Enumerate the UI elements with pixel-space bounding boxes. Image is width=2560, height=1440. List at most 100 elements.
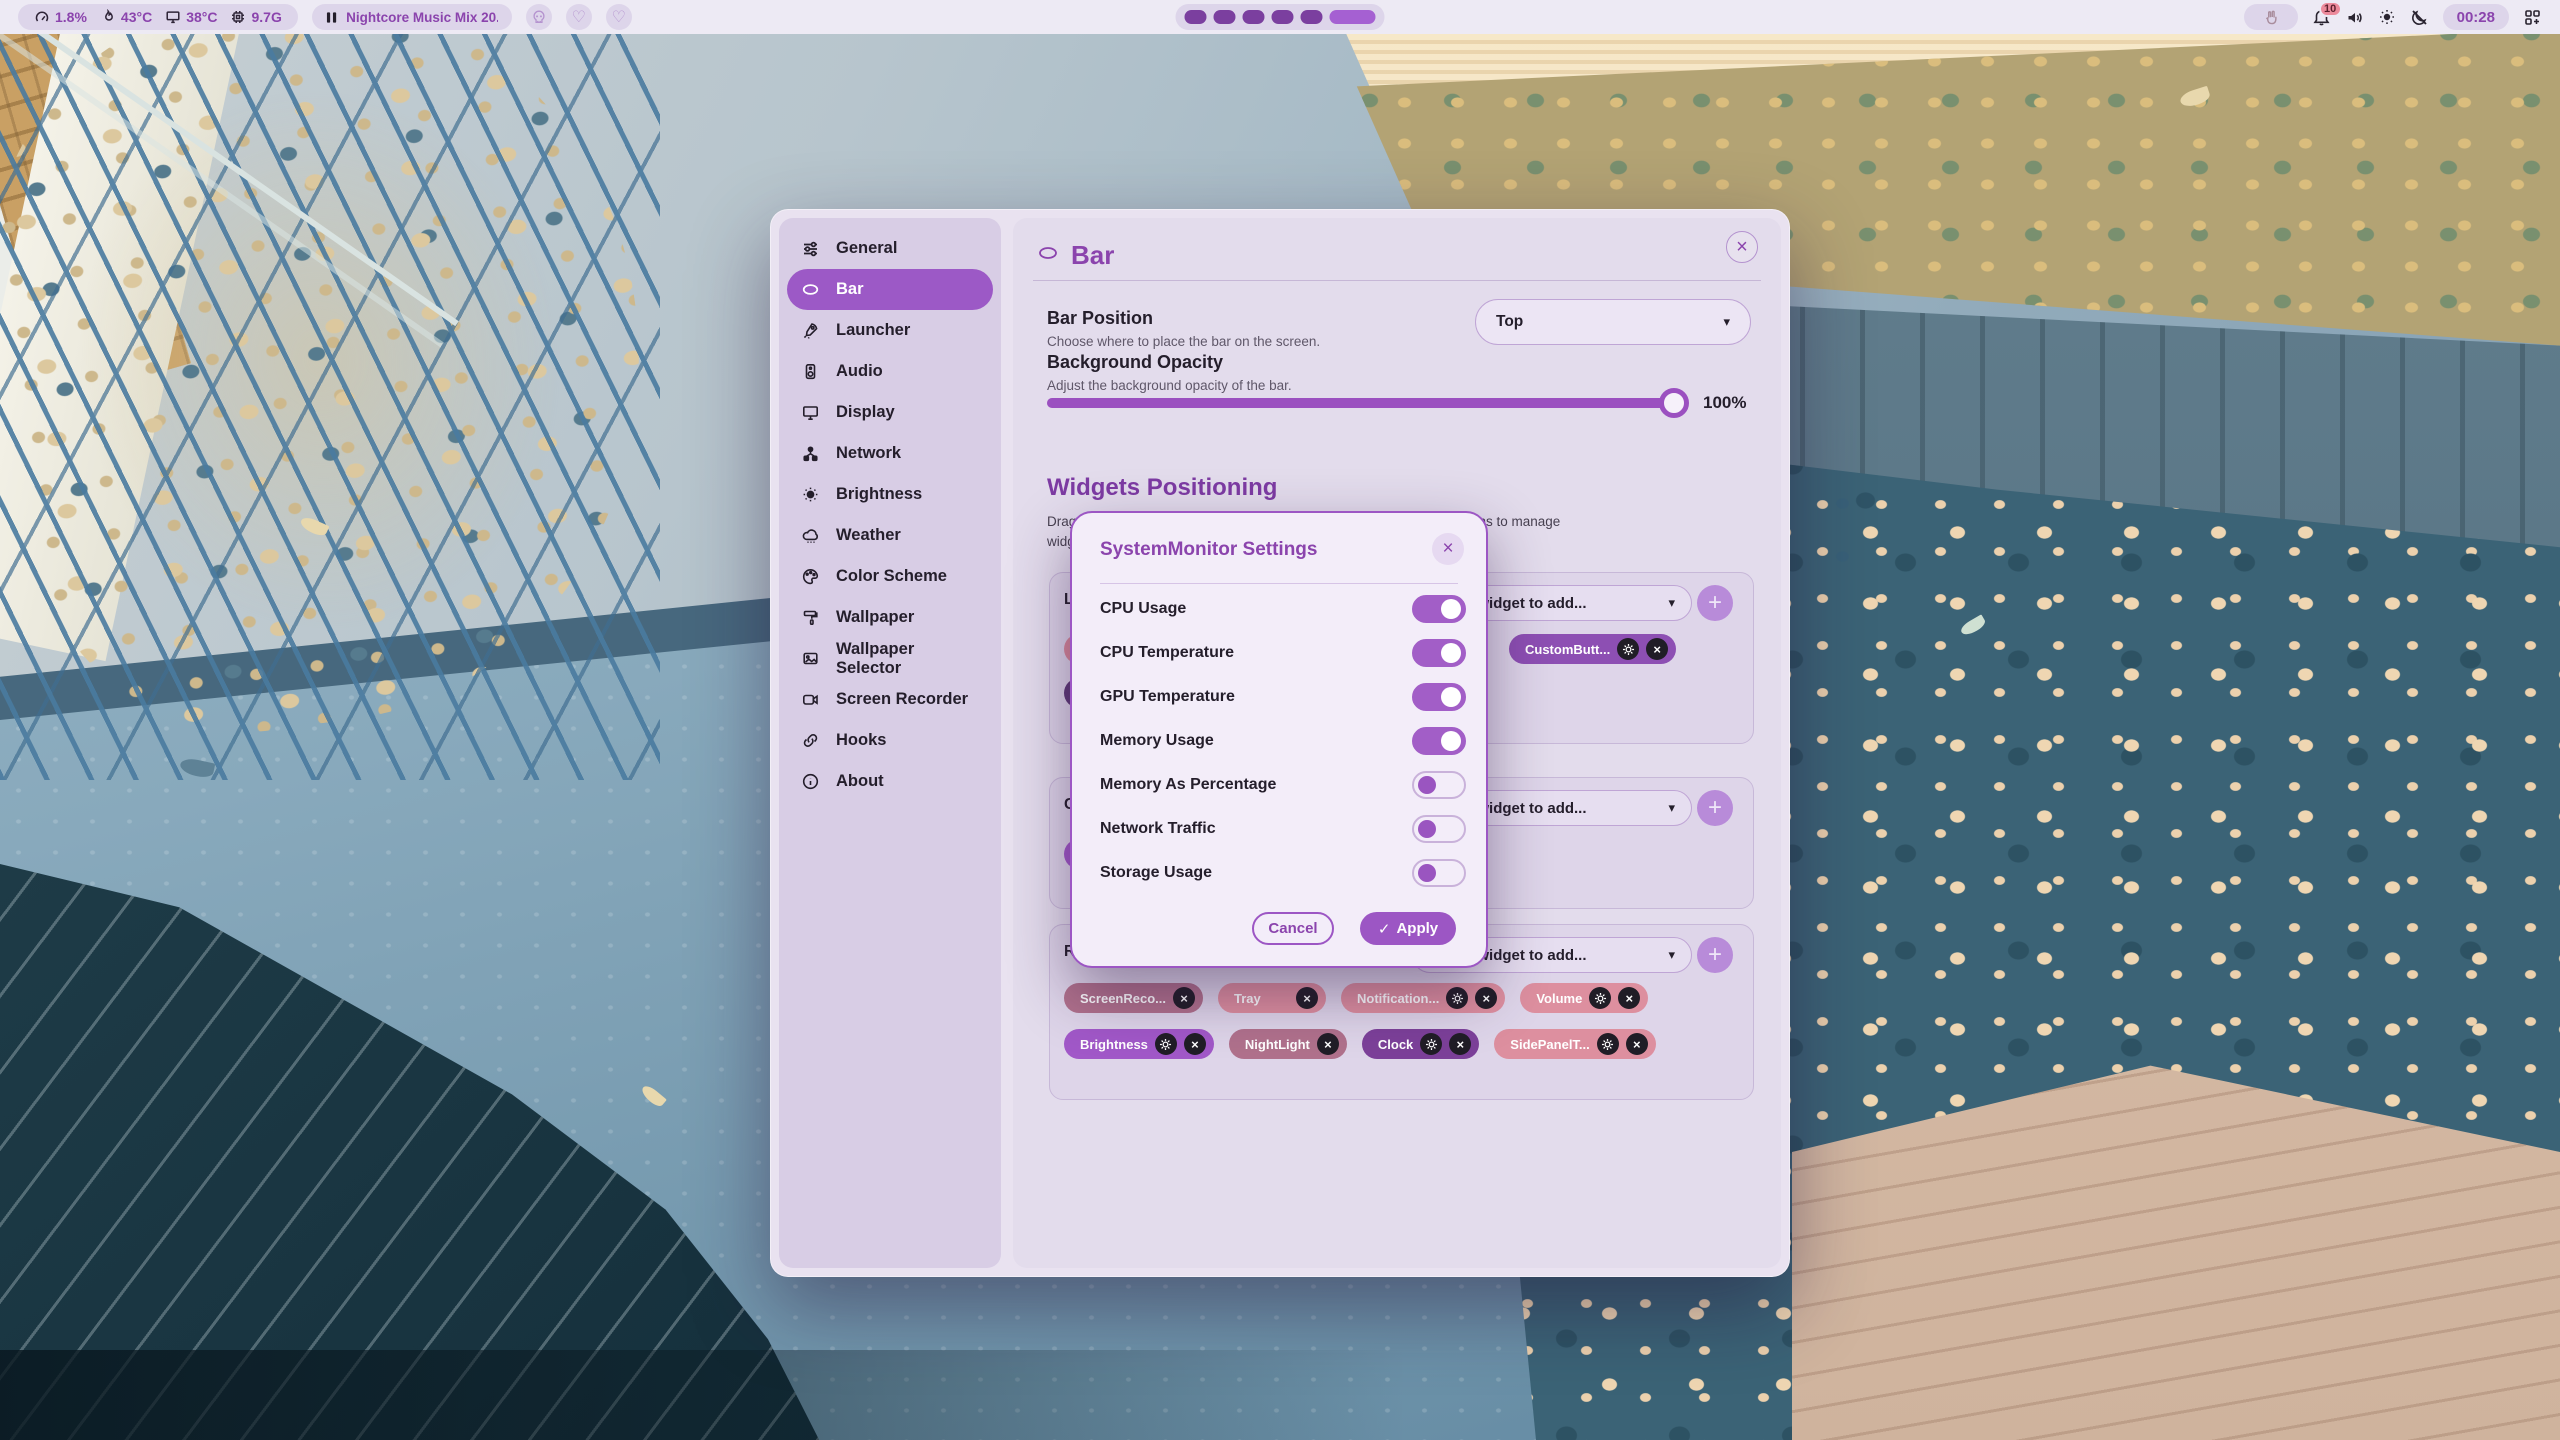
opacity-value: 100% <box>1703 393 1746 413</box>
sidebar-item-network[interactable]: Network <box>787 433 993 474</box>
widget-chip[interactable]: NightLight × <box>1229 1029 1347 1059</box>
chip-label: CustomButt... <box>1525 642 1610 657</box>
toggle-label-cpu-usage: CPU Usage <box>1100 600 1186 618</box>
sidebar-item-bar[interactable]: Bar <box>787 269 993 310</box>
chip-label: Tray <box>1234 991 1261 1006</box>
cpu-usage-toggle[interactable] <box>1412 595 1466 623</box>
sidebar-item-screen-recorder[interactable]: Screen Recorder <box>787 679 993 720</box>
close-dialog-button[interactable]: × <box>1432 533 1464 565</box>
workspace-dot-5[interactable] <box>1301 10 1323 24</box>
chevron-down-icon: ▾ <box>1668 947 1675 963</box>
remove-icon[interactable]: × <box>1646 638 1668 660</box>
sidebar-item-hooks[interactable]: Hooks <box>787 720 993 761</box>
widget-chip[interactable]: Clock × <box>1362 1029 1479 1059</box>
hand-gesture-button[interactable] <box>2244 4 2298 30</box>
sidebar-item-wallpaper[interactable]: Wallpaper <box>787 597 993 638</box>
toggle-label-memory-usage: Memory Usage <box>1100 732 1214 750</box>
widget-chip[interactable]: Volume × <box>1520 983 1648 1013</box>
brightness-button[interactable] <box>2378 8 2396 26</box>
workspace-dot-1[interactable] <box>1185 10 1207 24</box>
gear-icon[interactable] <box>1617 638 1639 660</box>
gear-icon[interactable] <box>1446 987 1468 1009</box>
workspaces-indicator[interactable] <box>1176 4 1385 30</box>
network-traffic-toggle[interactable] <box>1412 815 1466 843</box>
sidebar-item-label: Brightness <box>836 485 922 504</box>
left-add-widget-button[interactable]: + <box>1697 585 1733 621</box>
cancel-button[interactable]: Cancel <box>1252 912 1334 945</box>
sidebar-item-label: Audio <box>836 362 883 381</box>
remove-icon[interactable]: × <box>1173 987 1195 1009</box>
sidebar-item-label: Hooks <box>836 731 886 750</box>
toggle-label-cpu-temperature: CPU Temperature <box>1100 644 1234 662</box>
remove-icon[interactable]: × <box>1184 1033 1206 1055</box>
workspace-dot-4[interactable] <box>1272 10 1294 24</box>
memory-as-percentage-toggle[interactable] <box>1412 771 1466 799</box>
sidebar-item-color-scheme[interactable]: Color Scheme <box>787 556 993 597</box>
sidebar-item-label: Network <box>836 444 901 463</box>
night-light-off-button[interactable] <box>2410 8 2429 27</box>
remove-icon[interactable]: × <box>1449 1033 1471 1055</box>
chip-label: NightLight <box>1245 1037 1310 1052</box>
sidebar-item-weather[interactable]: Weather <box>787 515 993 556</box>
remove-icon[interactable]: × <box>1317 1033 1339 1055</box>
chip-label: SidePanelT... <box>1510 1037 1589 1052</box>
widget-chip[interactable]: CustomButt... × <box>1509 634 1676 664</box>
workspace-active[interactable] <box>1330 10 1376 24</box>
page-title: Bar <box>1071 240 1114 271</box>
heart-button-2[interactable]: ♡ <box>606 4 632 30</box>
settings-sidebar: General Bar Launcher Audio Display Netwo… <box>779 218 1001 1268</box>
gpu-temp-stat: 38°C <box>165 9 217 25</box>
clock[interactable]: 00:28 <box>2443 4 2509 30</box>
remove-icon[interactable]: × <box>1296 987 1318 1009</box>
gear-icon[interactable] <box>1589 987 1611 1009</box>
sidebar-item-general[interactable]: General <box>787 228 993 269</box>
remove-icon[interactable]: × <box>1475 987 1497 1009</box>
bar-position-label: Bar Position <box>1047 308 1153 329</box>
gear-icon[interactable] <box>1597 1033 1619 1055</box>
gpu-temperature-toggle[interactable] <box>1412 683 1466 711</box>
sidebar-item-label: Screen Recorder <box>836 690 968 709</box>
volume-button[interactable] <box>2345 8 2364 27</box>
media-title: Nightcore Music Mix 20... <box>346 10 498 25</box>
notifications-button[interactable]: 10 <box>2312 8 2331 27</box>
gear-icon[interactable] <box>1420 1033 1442 1055</box>
dashboard-button[interactable] <box>2523 8 2542 27</box>
widget-chip[interactable]: Tray × <box>1218 983 1326 1013</box>
chevron-down-icon: ▾ <box>1668 800 1675 816</box>
heart-button[interactable]: ♡ <box>566 4 592 30</box>
gear-icon[interactable] <box>1155 1033 1177 1055</box>
cpu-temperature-toggle[interactable] <box>1412 639 1466 667</box>
chevron-down-icon: ▾ <box>1723 314 1730 330</box>
close-settings-button[interactable]: × <box>1726 231 1758 263</box>
widget-chip[interactable]: Notification... × <box>1341 983 1505 1013</box>
widget-chip[interactable]: SidePanelT... × <box>1494 1029 1655 1059</box>
chip-label: Brightness <box>1080 1037 1148 1052</box>
cpu-temp-stat: 43°C <box>100 9 152 25</box>
sidebar-item-about[interactable]: About <box>787 761 993 802</box>
remove-icon[interactable]: × <box>1626 1033 1648 1055</box>
workspace-dot-2[interactable] <box>1214 10 1236 24</box>
center-add-widget-button[interactable]: + <box>1697 790 1733 826</box>
sidebar-item-brightness[interactable]: Brightness <box>787 474 993 515</box>
opacity-slider-thumb[interactable] <box>1659 388 1689 418</box>
widget-chip[interactable]: Brightness × <box>1064 1029 1214 1059</box>
right-add-widget-button[interactable]: + <box>1697 937 1733 973</box>
opacity-slider[interactable] <box>1047 398 1687 408</box>
bar-position-dropdown[interactable]: Top ▾ <box>1475 299 1751 345</box>
apply-button[interactable]: ✓ Apply <box>1360 912 1456 945</box>
memory-usage-toggle[interactable] <box>1412 727 1466 755</box>
sidebar-item-display[interactable]: Display <box>787 392 993 433</box>
media-player-pill[interactable]: Nightcore Music Mix 20... <box>312 4 512 30</box>
sidebar-item-wallpaper-selector[interactable]: Wallpaper Selector <box>787 638 993 679</box>
widget-chip[interactable]: ScreenReco... × <box>1064 983 1203 1013</box>
sidebar-item-launcher[interactable]: Launcher <box>787 310 993 351</box>
notification-badge: 10 <box>2319 1 2342 17</box>
sidebar-item-audio[interactable]: Audio <box>787 351 993 392</box>
storage-usage-toggle[interactable] <box>1412 859 1466 887</box>
workspace-dot-3[interactable] <box>1243 10 1265 24</box>
remove-icon[interactable]: × <box>1618 987 1640 1009</box>
skull-button[interactable] <box>526 4 552 30</box>
sidebar-item-label: Bar <box>836 280 864 299</box>
top-bar: 1.8% 43°C 38°C 9.7G Nightcore Music Mix … <box>0 0 2560 34</box>
apply-button-label: Apply <box>1396 920 1438 937</box>
